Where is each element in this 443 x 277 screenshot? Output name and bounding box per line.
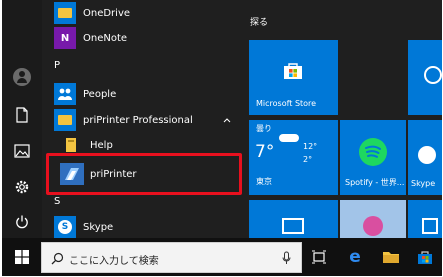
search-placeholder: ここに入力して検索 xyxy=(69,256,159,267)
microphone-icon[interactable] xyxy=(282,251,291,265)
tile-label: Skype xyxy=(411,179,436,188)
app-item-skype[interactable]: S Skype xyxy=(42,212,242,238)
weather-temperature: 7° xyxy=(255,142,275,162)
tile-news[interactable] xyxy=(249,200,338,238)
windows-logo-icon xyxy=(15,250,29,264)
tile-label: Microsoft Store xyxy=(256,99,317,108)
folder-icon xyxy=(383,252,399,263)
app-item-onenote[interactable]: N OneNote xyxy=(42,23,242,53)
settings-button[interactable] xyxy=(8,173,36,201)
cloud-icon xyxy=(279,134,299,142)
app-label: People xyxy=(83,88,117,100)
tile-skype[interactable]: Skype xyxy=(408,120,442,195)
letter-label: P xyxy=(54,59,61,71)
documents-button[interactable] xyxy=(8,101,36,129)
start-menu-rail xyxy=(2,0,42,238)
app-icon xyxy=(424,66,442,84)
tile-partial-right-bottom[interactable] xyxy=(408,200,442,238)
store-bag-icon xyxy=(418,250,432,264)
news-icon xyxy=(282,218,304,234)
skype-tile-icon xyxy=(418,146,436,164)
letter-header-p[interactable]: P xyxy=(42,52,242,78)
edge-browser-button[interactable]: e xyxy=(340,242,370,272)
people-icon xyxy=(54,83,76,105)
onedrive-folder-icon xyxy=(54,2,76,24)
skype-icon: S xyxy=(54,216,76,238)
store-taskbar-button[interactable] xyxy=(410,242,440,272)
task-view-button[interactable] xyxy=(304,242,334,272)
search-icon xyxy=(51,252,64,265)
user-icon xyxy=(13,68,31,86)
tile-microsoft-store[interactable]: Microsoft Store xyxy=(249,40,338,115)
edge-icon: e xyxy=(349,247,361,267)
power-icon xyxy=(16,215,28,229)
taskbar-search-box[interactable]: ここに入力して検索 xyxy=(41,242,302,273)
file-explorer-button[interactable] xyxy=(376,242,406,272)
power-button[interactable] xyxy=(8,208,36,236)
spotify-icon xyxy=(359,138,387,166)
tile-label: Spotify - 世界... xyxy=(345,178,405,187)
document-icon xyxy=(16,107,28,123)
tile-partial-right-top[interactable] xyxy=(408,40,442,115)
weather-high: 12° xyxy=(303,142,318,151)
tile-weather[interactable]: 曇り 7° 12° 2° 東京 xyxy=(249,120,338,195)
weather-city: 東京 xyxy=(256,177,272,186)
pictures-button[interactable] xyxy=(8,137,36,165)
app-label: Help xyxy=(90,139,113,151)
weather-low: 2° xyxy=(303,155,313,164)
app-label: OneDrive xyxy=(83,7,131,19)
app-label: OneNote xyxy=(83,32,128,44)
letter-label: S xyxy=(54,195,61,207)
folder-icon xyxy=(54,109,76,131)
task-view-icon xyxy=(312,250,326,264)
tile-area: 探る Microsoft Store 曇り 7° 12° 2° 東京 Spoti… xyxy=(242,0,442,238)
tile-group-title: 探る xyxy=(250,18,269,28)
app-label: Skype xyxy=(83,221,114,233)
start-button[interactable] xyxy=(7,242,37,272)
app-label: priPrinter Professional xyxy=(83,114,193,126)
chevron-up-icon xyxy=(223,118,231,123)
tile-spotify[interactable]: Spotify - 世界... xyxy=(340,120,406,195)
user-account-button[interactable] xyxy=(8,63,36,91)
weather-condition: 曇り xyxy=(256,124,272,133)
gear-icon xyxy=(15,180,29,194)
taskbar: ここに入力して検索 e xyxy=(2,238,442,276)
screenshot-frame: OneDrive N OneNote P People priPrinter P… xyxy=(0,0,443,277)
onenote-icon: N xyxy=(54,27,76,49)
app-icon xyxy=(422,218,438,234)
app-list: OneDrive N OneNote P People priPrinter P… xyxy=(42,0,242,238)
picture-icon xyxy=(14,144,30,158)
paint-icon xyxy=(363,216,383,236)
store-bag-icon xyxy=(283,62,303,80)
highlight-box xyxy=(46,153,242,195)
tile-paint[interactable] xyxy=(340,200,406,238)
start-menu: OneDrive N OneNote P People priPrinter P… xyxy=(2,0,442,238)
